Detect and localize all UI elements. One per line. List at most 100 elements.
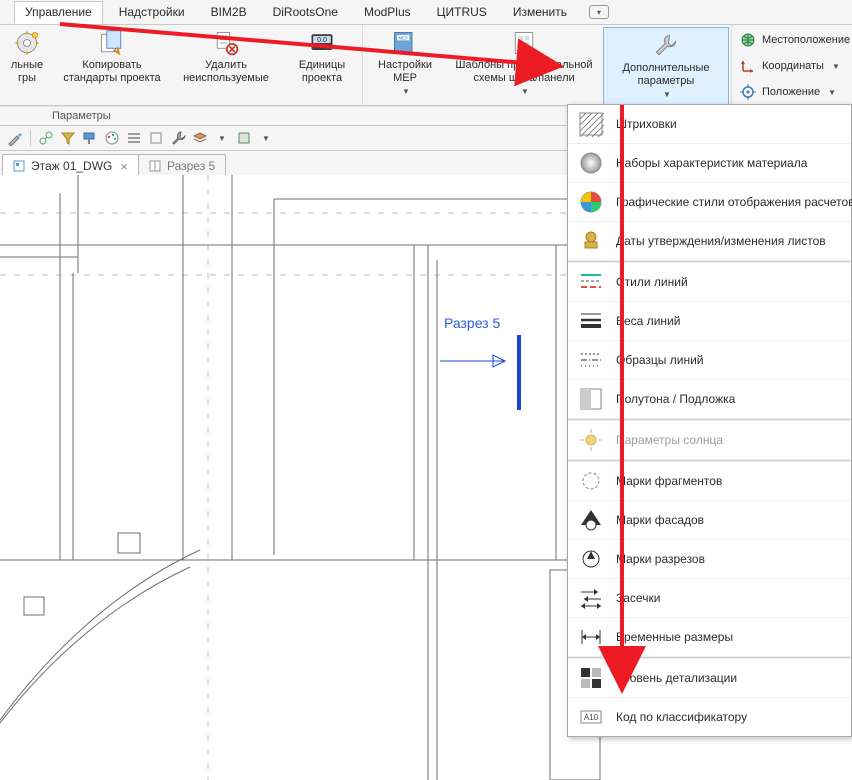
menu-item-material-assets[interactable]: Наборы характеристик материала xyxy=(568,144,851,183)
menu-item-label: Даты утверждения/изменения листов xyxy=(616,234,826,248)
qat-separator xyxy=(30,130,31,146)
menu-item-detail-level[interactable]: Уровень детализации xyxy=(568,659,851,698)
axes-icon xyxy=(740,58,756,74)
location-stack: Местоположение Координаты▼ Положение▼ xyxy=(732,25,852,107)
doc-tab-label: Этаж 01_DWG xyxy=(31,159,112,173)
box-icon xyxy=(148,130,164,146)
section-tag-icon xyxy=(578,546,604,572)
line-styles-icon xyxy=(578,269,604,295)
qat-btn[interactable] xyxy=(147,129,165,147)
ribbon-tab[interactable]: Изменить xyxy=(503,2,577,23)
wrench-icon xyxy=(170,130,186,146)
button-label: НастройкиMEP xyxy=(378,59,432,85)
menu-item-line-styles[interactable]: Стили линий xyxy=(568,263,851,302)
purge-button[interactable]: Удалитьнеиспользуемые xyxy=(170,25,282,107)
menu-item-sheet-dates[interactable]: Даты утверждения/изменения листов xyxy=(568,222,851,261)
partial-button-left[interactable]: льныегры xyxy=(0,25,54,107)
ribbon-tab[interactable]: Управление xyxy=(14,1,103,24)
menu-item-line-weights[interactable]: Веса линий xyxy=(568,302,851,341)
doc-tab-active[interactable]: Этаж 01_DWG × xyxy=(2,154,139,177)
globe-icon xyxy=(740,32,756,48)
ribbon-collapse-toggle[interactable]: ▾ xyxy=(589,5,609,19)
qat-dropdown[interactable]: ▼ xyxy=(213,129,231,147)
button-label: Шаблоны принципиальнойсхемы щита/панели xyxy=(455,59,592,85)
qat-btn[interactable] xyxy=(235,129,253,147)
section-label: Разрез 5 xyxy=(444,315,500,331)
position-button[interactable]: Положение▼ xyxy=(734,80,852,104)
temp-dim-icon xyxy=(578,624,604,650)
qat-btn[interactable] xyxy=(169,129,187,147)
thinlines-icon xyxy=(126,130,142,146)
palette-icon xyxy=(104,130,120,146)
menu-item-section-tags[interactable]: Марки разрезов xyxy=(568,540,851,579)
chevron-down-icon: ▼ xyxy=(402,85,410,98)
position-icon xyxy=(740,84,756,100)
sheet-icon xyxy=(236,130,252,146)
ribbon-tab[interactable]: DiRootsOne xyxy=(263,2,348,23)
additional-parameters-button[interactable]: Дополнительныепараметры▼ xyxy=(603,27,729,107)
svg-text:0.0: 0.0 xyxy=(317,37,327,44)
wrench-icon xyxy=(652,32,680,60)
svg-text:A10: A10 xyxy=(584,713,599,722)
menu-item-analysis-styles[interactable]: Графические стили отображения расчетов xyxy=(568,183,851,222)
purge-icon xyxy=(212,29,240,57)
menu-item-callout-tags[interactable]: Марки фрагментов xyxy=(568,462,851,501)
qat-dropdown[interactable]: ▼ xyxy=(257,129,275,147)
layers-icon xyxy=(192,130,208,146)
menu-item-label: Веса линий xyxy=(616,314,680,328)
stamp-icon xyxy=(578,228,604,254)
mep-icon: MEP xyxy=(391,29,419,57)
qat-btn[interactable] xyxy=(125,129,143,147)
qat-btn[interactable] xyxy=(6,129,24,147)
ribbon-tabstrip: Управление Надстройки BIM2B DiRootsOne M… xyxy=(0,0,852,25)
menu-item-label: Марки разрезов xyxy=(616,552,705,566)
chevron-down-icon: ▼ xyxy=(218,134,226,143)
modify-icon xyxy=(7,130,23,146)
coordinates-button[interactable]: Координаты▼ xyxy=(734,54,852,78)
menu-item-label: Временные размеры xyxy=(616,630,733,644)
ribbon-tab[interactable]: ЦИTRUS xyxy=(427,2,497,23)
line-weights-icon xyxy=(578,308,604,334)
menu-item-line-patterns[interactable]: Образцы линий xyxy=(568,341,851,380)
doc-tab[interactable]: Разрез 5 xyxy=(138,154,226,177)
plan-view-icon xyxy=(13,160,25,172)
panel-templates-button[interactable]: Шаблоны принципиальнойсхемы щита/панели▼ xyxy=(447,25,601,107)
mep-settings-button[interactable]: MEP НастройкиMEP▼ xyxy=(363,25,447,107)
ribbon-tab[interactable]: Надстройки xyxy=(109,2,195,23)
button-label: Дополнительныепараметры xyxy=(622,62,709,88)
ribbon-tab[interactable]: ModPlus xyxy=(354,2,421,23)
qat-btn[interactable] xyxy=(191,129,209,147)
menu-item-temp-dimensions[interactable]: Временные размеры xyxy=(568,618,851,657)
menu-item-halftone[interactable]: Полутона / Подложка xyxy=(568,380,851,419)
project-units-button[interactable]: 0.0 Единицыпроекта xyxy=(282,25,362,107)
qat-btn[interactable] xyxy=(59,129,77,147)
menu-item-elevation-tags[interactable]: Марки фасадов xyxy=(568,501,851,540)
color-wheel-icon xyxy=(578,189,604,215)
elevation-tag-icon xyxy=(578,507,604,533)
detail-level-icon xyxy=(578,665,604,691)
menu-item-label: Образцы линий xyxy=(616,353,704,367)
additional-parameters-menu: Штриховки Наборы характеристик материала… xyxy=(567,104,852,737)
menu-item-label: Засечки xyxy=(616,591,660,605)
menu-item-hatches[interactable]: Штриховки xyxy=(568,105,851,144)
menu-item-arrowheads[interactable]: Засечки xyxy=(568,579,851,618)
gear-star-icon xyxy=(13,29,41,57)
qat-btn[interactable] xyxy=(103,129,121,147)
chevron-down-icon: ▼ xyxy=(663,88,671,101)
button-label: льныегры xyxy=(11,59,43,85)
section-view-icon xyxy=(149,160,161,172)
row-label: Координаты xyxy=(762,60,824,72)
menu-item-assembly-code[interactable]: A10 Код по классификатору xyxy=(568,698,851,736)
location-button[interactable]: Местоположение xyxy=(734,28,852,52)
menu-item-label: Графические стили отображения расчетов xyxy=(616,195,852,209)
copy-standards-button[interactable]: Копироватьстандарты проекта xyxy=(54,25,170,107)
chevron-down-icon: ▼ xyxy=(828,88,836,97)
qat-btn[interactable] xyxy=(81,129,99,147)
ribbon-tab[interactable]: BIM2B xyxy=(201,2,257,23)
qat-btn[interactable] xyxy=(37,129,55,147)
menu-item-label: Марки фрагментов xyxy=(616,474,722,488)
close-icon[interactable]: × xyxy=(120,159,128,174)
hatch-icon xyxy=(578,111,604,137)
copy-standards-icon xyxy=(98,29,126,57)
menu-item-label: Марки фасадов xyxy=(616,513,704,527)
